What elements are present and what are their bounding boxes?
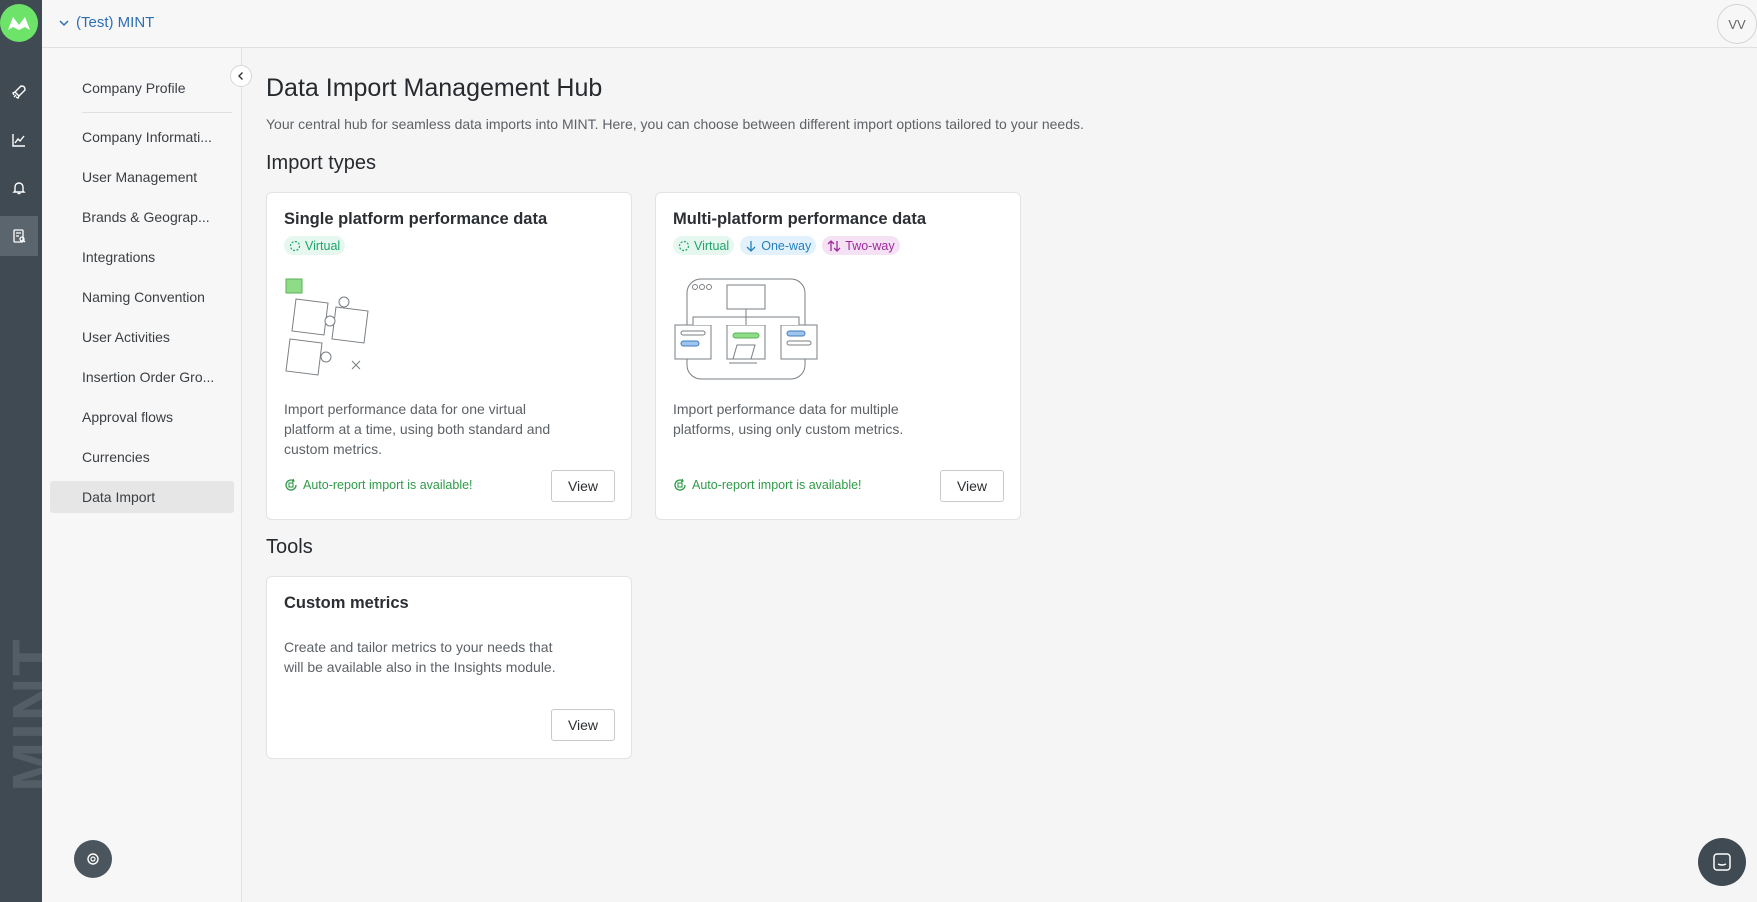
sidebar-item-user-management[interactable]: User Management [50,161,234,193]
puzzle-illustration [285,278,369,376]
card-chips: Virtual [284,236,346,255]
sidebar-item-currencies[interactable]: Currencies [50,441,234,473]
mint-logo[interactable] [0,4,38,42]
app-rail: MINT [0,0,68,902]
sidebar-item-label: User Activities [82,329,170,345]
auto-report-icon [674,478,686,491]
chip-virtual: Virtual [284,236,346,255]
chevron-down-icon [59,19,69,26]
org-switcher[interactable]: (Test) MINT [58,14,154,31]
sidebar-item-label: Brands & Geograp... [82,209,210,225]
page-title: Data Import Management Hub [266,74,603,102]
sidebar-item-label: User Management [82,169,198,185]
sidebar-item-label: Currencies [82,449,150,465]
sidebar-item-approval-flows[interactable]: Approval flows [50,401,234,433]
import-card-multi-platform: Multi-platform performance data Virtual … [655,192,1021,520]
sidebar-item-integrations[interactable]: Integrations [50,241,234,273]
virtual-icon [678,240,690,251]
sidebar-item-label: Integrations [82,249,156,265]
rail-item-data-import[interactable] [0,216,38,256]
card-description: Import performance data for multiple pla… [673,401,904,437]
settings-sidebar: Company Profile Company Informati... Use… [42,48,242,902]
rail-item-notifications[interactable] [0,168,38,208]
card-title: Multi-platform performance data [673,210,927,228]
sidebar-item-brands-geographies[interactable]: Brands & Geograp... [50,201,234,233]
sidebar-item-label: Insertion Order Gro... [82,369,215,385]
virtual-icon [289,240,301,251]
chip-two-way: Two-way [822,236,900,255]
chip-virtual: Virtual [673,236,735,255]
auto-report-notice: Auto-report import is available! [284,478,473,492]
tool-card-custom-metrics: Custom metrics Create and tailor metrics… [266,576,632,759]
chip-label: Virtual [694,238,730,253]
sidebar-item-insertion-order-groups[interactable]: Insertion Order Gro... [50,361,234,393]
multi-platform-illustration [674,278,818,380]
arrows-up-down-icon [827,239,841,252]
tools-heading: Tools [266,536,313,558]
chip-one-way: One-way [740,236,817,255]
help-button[interactable] [74,840,112,878]
sidebar-divider [82,112,232,113]
card-description: Import performance data for one virtual … [284,401,551,457]
top-bar: (Test) MINT VV [42,0,1757,48]
chevron-left-icon [238,72,243,80]
sidebar-item-data-import[interactable]: Data Import [50,481,234,513]
view-multi-platform-button[interactable]: View [940,470,1004,502]
mint-logo-icon [8,17,30,30]
view-single-platform-button[interactable]: View [551,470,615,502]
data-import-icon [13,229,26,243]
sidebar-item-naming-convention[interactable]: Naming Convention [50,281,234,313]
chat-icon [1713,853,1731,871]
card-title: Custom metrics [284,594,409,612]
import-card-single-platform: Single platform performance data Virtual… [266,192,632,520]
auto-report-label: Auto-report import is available! [303,478,473,492]
view-custom-metrics-button[interactable]: View [551,709,615,741]
chip-label: Virtual [305,238,341,253]
rocket-icon [12,85,26,99]
card-title: Single platform performance data [284,210,548,228]
sidebar-item-label: Data Import [82,489,156,505]
collapse-sidebar-button[interactable] [230,65,252,87]
rail-item-campaigns[interactable] [0,72,38,112]
chat-button[interactable] [1698,838,1746,886]
sidebar-item-label: Approval flows [82,409,174,425]
card-description: Create and tailor metrics to your needs … [284,639,556,675]
auto-report-label: Auto-report import is available! [692,478,862,492]
import-types-heading: Import types [266,152,377,174]
support-icon [87,853,99,865]
sidebar-item-company-information[interactable]: Company Informati... [50,121,234,153]
avatar[interactable]: VV [1717,4,1757,44]
auto-report-notice: Auto-report import is available! [673,478,862,492]
sidebar-item-label: Company Informati... [82,129,212,145]
org-name: (Test) MINT [76,14,155,31]
page-description: Your central hub for seamless data impor… [266,116,1084,132]
arrow-down-icon [746,240,756,252]
chip-label: One-way [761,238,812,253]
sidebar-item-label: Company Profile [82,80,186,96]
sidebar-item-label: Naming Convention [82,289,205,305]
auto-report-icon [285,478,297,491]
rail-item-insights[interactable] [0,120,38,160]
sidebar-item-company-profile[interactable]: Company Profile [50,72,234,104]
bell-icon [12,182,26,195]
chart-line-icon [12,134,25,147]
card-chips: Virtual One-way Two-way [673,236,900,255]
sidebar-item-user-activities[interactable]: User Activities [50,321,234,353]
chip-label: Two-way [845,238,895,253]
